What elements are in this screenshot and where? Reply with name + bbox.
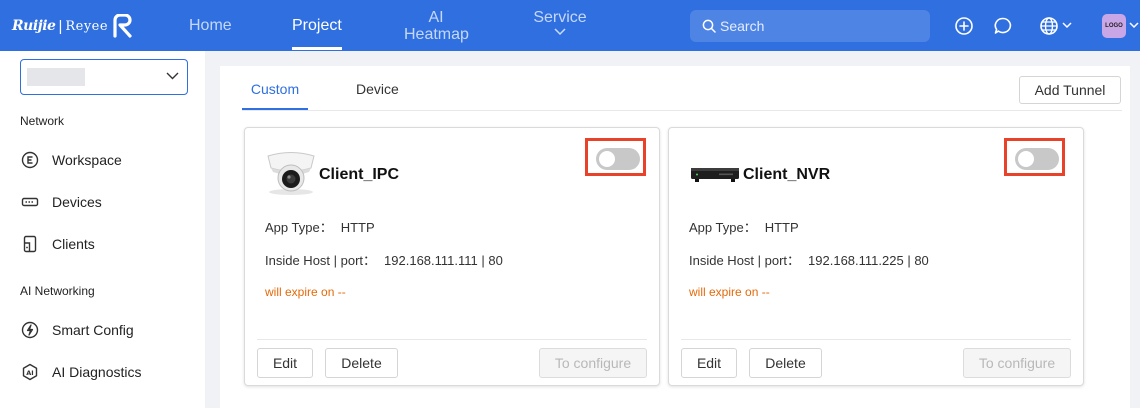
chevron-down-icon: [554, 28, 566, 36]
to-configure-button[interactable]: To configure: [539, 348, 647, 378]
svg-text:AI: AI: [26, 369, 33, 377]
inside-host-row: Inside Host | port： 192.168.111.111 | 80: [265, 250, 503, 269]
logo-separator: |: [58, 17, 63, 35]
sidebar-item-label: Devices: [52, 194, 102, 210]
tunnel-card-client-ipc: Client_IPC App Type： HTTP Inside Host | p…: [244, 127, 660, 386]
app-type-label: App Type：: [689, 220, 757, 235]
tab-custom[interactable]: Custom: [242, 81, 308, 97]
nav-ai-heatmap-line2: Heatmap: [404, 26, 469, 43]
enable-toggle[interactable]: [1015, 148, 1059, 170]
nav-service[interactable]: Service: [532, 9, 588, 36]
logo-product-text: Reyee: [65, 18, 109, 34]
app-type-value: HTTP: [340, 220, 375, 235]
sidebar-item-clients[interactable]: Clients: [20, 230, 190, 258]
chevron-down-icon[interactable]: [1062, 22, 1072, 29]
card-divider: [257, 339, 647, 340]
toggle-highlight: [1004, 138, 1065, 176]
top-navigation-bar: Ruijie | Reyee Home Project AI Heatmap S…: [0, 0, 1140, 51]
project-selector[interactable]: [20, 59, 188, 95]
to-configure-button[interactable]: To configure: [963, 348, 1071, 378]
nav-service-label: Service: [533, 9, 587, 26]
edit-button[interactable]: Edit: [681, 348, 737, 378]
sidebar-item-label: Smart Config: [52, 322, 134, 338]
devices-icon: [20, 192, 40, 212]
add-circle-icon[interactable]: [953, 15, 975, 37]
inside-host-value: 192.168.111.111 | 80: [384, 253, 503, 268]
brand-logo[interactable]: Ruijie | Reyee: [12, 10, 134, 42]
expire-text: will expire on --: [689, 285, 770, 299]
search-icon: [702, 19, 716, 33]
globe-language-icon[interactable]: [1038, 15, 1060, 37]
sidebar-item-devices[interactable]: Devices: [20, 188, 190, 216]
tunnel-card-client-nvr: Client_NVR App Type： HTTP Inside Host | p…: [668, 127, 1084, 386]
delete-button[interactable]: Delete: [325, 348, 398, 378]
enable-toggle[interactable]: [596, 148, 640, 170]
workspace-icon: [20, 150, 40, 170]
sidebar-item-smart-config[interactable]: Smart Config: [20, 316, 190, 344]
inside-host-row: Inside Host | port： 192.168.111.225 | 80: [689, 250, 929, 269]
logo-brand-text: Ruijie: [12, 18, 56, 34]
add-tunnel-button[interactable]: Add Tunnel: [1019, 76, 1121, 104]
toggle-knob: [599, 151, 615, 167]
card-title: Client_IPC: [319, 166, 400, 183]
tab-device[interactable]: Device: [356, 81, 399, 97]
main-panel: Custom Device Add Tunnel Client_IPC App …: [220, 66, 1130, 408]
chevron-down-icon[interactable]: [1129, 22, 1139, 29]
card-divider: [681, 339, 1071, 340]
app-type-value: HTTP: [764, 220, 799, 235]
active-tab-indicator: [242, 108, 308, 110]
search-box[interactable]: [690, 10, 930, 42]
section-label-network: Network: [20, 114, 65, 128]
nvr-device-icon: [691, 168, 739, 182]
ai-diagnostics-icon: AI: [20, 362, 40, 382]
inside-host-value: 192.168.111.225 | 80: [808, 253, 929, 268]
chat-icon[interactable]: [992, 15, 1014, 37]
sidebar-item-ai-diagnostics[interactable]: AI AI Diagnostics: [20, 358, 190, 386]
expire-text: will expire on --: [265, 285, 346, 299]
inside-host-label: Inside Host | port：: [689, 253, 801, 268]
inside-host-label: Inside Host | port：: [265, 253, 377, 268]
nav-project[interactable]: Project: [292, 17, 342, 35]
sidebar-item-label: Clients: [52, 236, 95, 252]
avatar[interactable]: LOGO: [1102, 14, 1126, 38]
delete-button[interactable]: Delete: [749, 348, 822, 378]
edit-button[interactable]: Edit: [257, 348, 313, 378]
sidebar: Network Workspace Devices Clients AI Net…: [0, 51, 205, 408]
tab-bar: Custom Device: [242, 66, 1122, 111]
toggle-knob: [1018, 151, 1034, 167]
nav-active-indicator: [292, 47, 342, 50]
section-label-ai-networking: AI Networking: [20, 284, 95, 298]
clients-icon: [20, 234, 40, 254]
search-input[interactable]: [720, 18, 920, 34]
reyee-logo-icon: [113, 14, 132, 38]
app-type-row: App Type： HTTP: [265, 217, 375, 236]
sidebar-item-label: AI Diagnostics: [52, 364, 142, 380]
card-title: Client_NVR: [743, 166, 831, 183]
nav-ai-heatmap-line1: AI: [428, 9, 444, 26]
app-type-label: App Type：: [265, 220, 333, 235]
sidebar-item-label: Workspace: [52, 152, 122, 168]
chevron-down-icon: [166, 72, 179, 80]
nav-ai-heatmap[interactable]: AI Heatmap: [404, 9, 469, 43]
sidebar-item-workspace[interactable]: Workspace: [20, 146, 190, 174]
toggle-highlight: [585, 138, 646, 176]
ip-camera-icon: [267, 152, 315, 195]
nav-home[interactable]: Home: [189, 17, 232, 35]
project-selector-value: [27, 68, 85, 86]
app-type-row: App Type： HTTP: [689, 217, 799, 236]
smart-config-icon: [20, 320, 40, 340]
